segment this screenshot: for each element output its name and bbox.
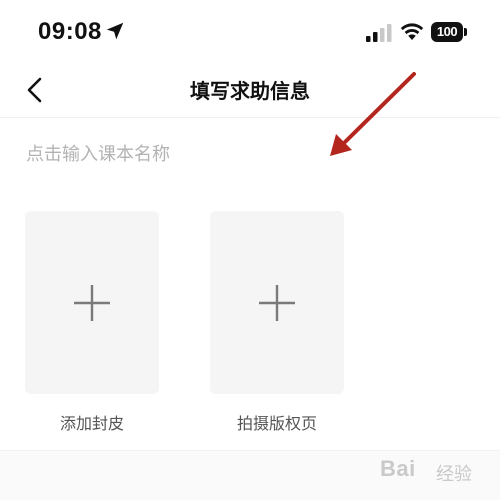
battery-icon: 100 xyxy=(431,22,467,42)
plus-icon xyxy=(259,285,295,321)
page-title: 填写求助信息 xyxy=(190,79,310,103)
add-cover-tile[interactable] xyxy=(25,211,159,394)
nav-bar: 填写求助信息 xyxy=(0,62,500,118)
add-cover-label: 添加封皮 xyxy=(59,414,124,433)
location-arrow-icon xyxy=(106,22,124,40)
status-bar: 09:08 100 xyxy=(0,0,500,62)
wifi-icon xyxy=(400,23,424,40)
copyright-page-tile[interactable] xyxy=(210,211,344,394)
cellular-signal-icon xyxy=(366,24,392,42)
status-time: 09:08 xyxy=(38,18,102,45)
textbook-name-input[interactable] xyxy=(26,138,326,170)
plus-icon xyxy=(74,285,110,321)
battery-level: 100 xyxy=(431,22,463,42)
copyright-page-label: 拍摄版权页 xyxy=(236,414,317,433)
battery-tip xyxy=(464,28,467,36)
watermark-sub: 经验 xyxy=(436,464,472,485)
watermark-text: Bai xyxy=(380,456,416,481)
watermark: Bai 经验 xyxy=(376,452,492,492)
